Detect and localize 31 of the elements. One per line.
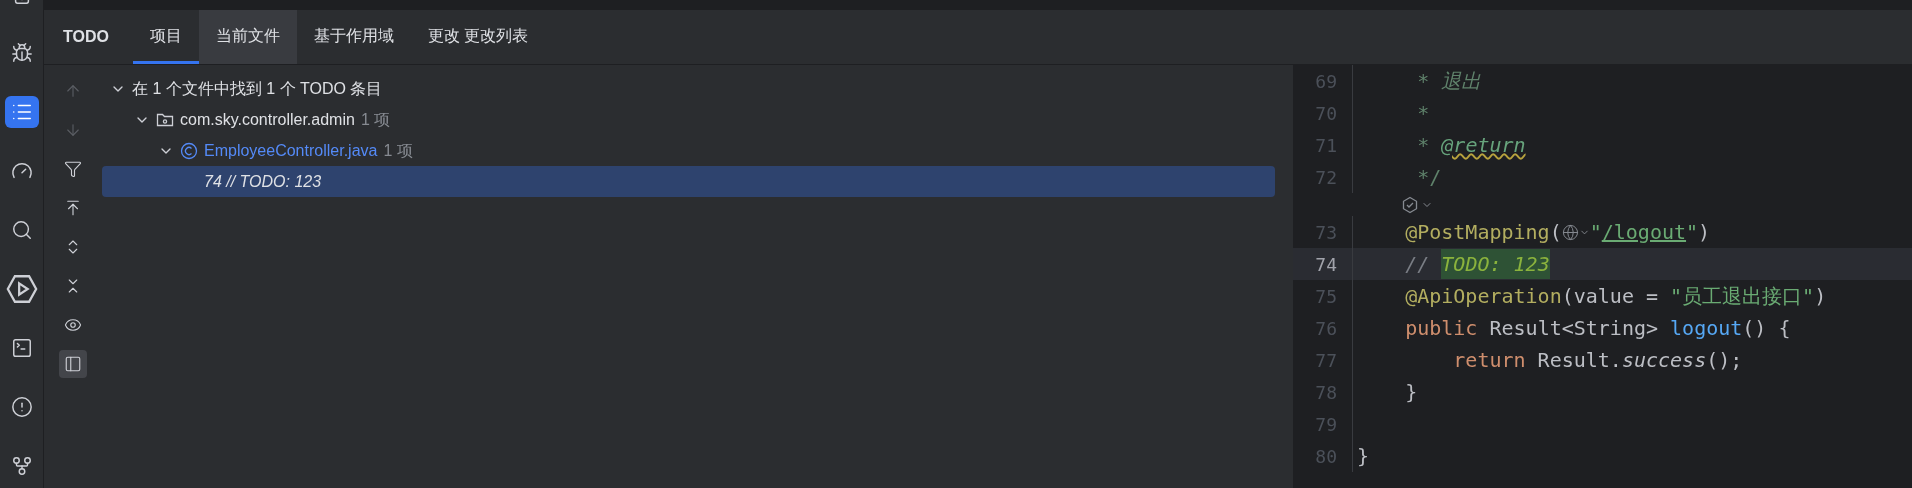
play-hexagon-icon[interactable]	[4, 273, 39, 305]
item-count: 1 项	[360, 109, 391, 130]
panel-icon[interactable]	[59, 350, 87, 378]
code-line: *	[1416, 100, 1430, 127]
tree-row[interactable]: EmployeeController.java 1 项	[102, 135, 1275, 166]
list-icon[interactable]	[4, 96, 39, 128]
code-line: @PostMapping( "/logout")	[1404, 219, 1711, 246]
code-line: }	[1404, 379, 1418, 406]
class-icon	[180, 141, 198, 160]
code-line: @ApiOperation(value = "员工退出接口")	[1404, 283, 1827, 310]
tree-label: com.sky.controller.admin	[180, 109, 355, 130]
tree-row[interactable]: 在 1 个文件中找到 1 个 TODO 条目	[102, 73, 1275, 104]
tree-label: EmployeeController.java	[204, 140, 378, 161]
tab[interactable]: 基于作用域	[296, 10, 411, 64]
folder-icon	[156, 111, 174, 128]
item-count: 1 项	[383, 140, 413, 161]
tree-row[interactable]: com.sky.controller.admin 1 项	[102, 104, 1275, 135]
tree-label: 在 1 个文件中找到 1 个 TODO 条目	[132, 78, 383, 99]
panel-title: TODO	[62, 27, 110, 47]
line-number: 74	[1314, 252, 1337, 277]
tree-label: 74 // TODO: 123	[204, 171, 322, 192]
code-line: */	[1416, 164, 1442, 191]
tree-row[interactable]: 74 // TODO: 123	[102, 166, 1275, 197]
code-line: return Result.success();	[1452, 347, 1743, 374]
code-line: * 退出	[1416, 68, 1482, 95]
tab[interactable]: 当前文件	[198, 10, 297, 64]
tab[interactable]: 更改 更改列表	[410, 10, 546, 64]
code-line: public Result<String> logout() {	[1404, 315, 1791, 342]
code-line: }	[1357, 443, 1370, 470]
bean-hint-icon[interactable]	[1401, 195, 1433, 214]
code-line: * @return	[1416, 132, 1526, 159]
